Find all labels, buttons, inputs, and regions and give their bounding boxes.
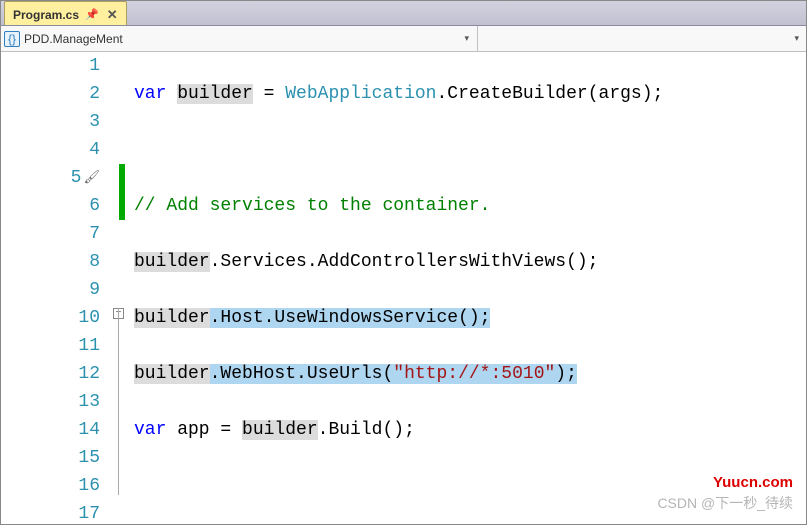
line-number: 3 xyxy=(0,108,100,136)
code-line[interactable]: var app = builder.Build(); xyxy=(134,416,807,444)
code-line[interactable]: builder.Host.UseWindowsService(); xyxy=(134,304,807,332)
file-tab-program-cs[interactable]: Program.cs 📌 ✕ xyxy=(4,1,127,25)
fold-guide xyxy=(118,308,119,495)
outlining-margin: − xyxy=(110,52,128,525)
code-line[interactable]: // Add services to the container. xyxy=(134,192,807,220)
line-number: 6 xyxy=(0,192,100,220)
close-icon[interactable]: ✕ xyxy=(105,7,120,23)
code-line[interactable]: builder.WebHost.UseUrls("http://*:5010")… xyxy=(134,360,807,388)
code-line[interactable]: var builder = WebApplication.CreateBuild… xyxy=(134,80,807,108)
chevron-down-icon[interactable]: ▾ xyxy=(460,33,473,44)
line-number: 11 xyxy=(0,332,100,360)
line-number: 4 xyxy=(0,136,100,164)
tab-title: Program.cs xyxy=(13,8,79,22)
line-number: 14 xyxy=(0,416,100,444)
tab-bar: Program.cs 📌 ✕ xyxy=(0,0,807,26)
line-number: 15 xyxy=(0,444,100,472)
code-editor[interactable]: 1 2 3 4 5🖌 6 7 8 9 10 11 12 13 14 15 16 … xyxy=(0,52,807,525)
line-number: 8 xyxy=(0,248,100,276)
navigation-bar: {} PDD.ManageMent ▾ ▾ xyxy=(0,26,807,52)
line-number: 5🖌 xyxy=(0,164,100,192)
code-line[interactable] xyxy=(134,136,807,164)
line-number-gutter: 1 2 3 4 5🖌 6 7 8 9 10 11 12 13 14 15 16 … xyxy=(0,52,110,525)
member-dropdown[interactable]: ▾ xyxy=(478,26,807,51)
line-number: 13 xyxy=(0,388,100,416)
line-number: 17 xyxy=(0,500,100,525)
line-number: 16 xyxy=(0,472,100,500)
chevron-down-icon[interactable]: ▾ xyxy=(790,33,803,44)
code-area[interactable]: var builder = WebApplication.CreateBuild… xyxy=(128,52,807,525)
code-line[interactable]: builder.Services.AddControllersWithViews… xyxy=(134,248,807,276)
namespace-dropdown[interactable]: {} PDD.ManageMent ▾ xyxy=(0,26,478,51)
line-number: 1 xyxy=(0,52,100,80)
line-number: 7 xyxy=(0,220,100,248)
line-number: 2 xyxy=(0,80,100,108)
namespace-label: PDD.ManageMent xyxy=(24,32,123,46)
line-number: 9 xyxy=(0,276,100,304)
namespace-icon: {} xyxy=(4,31,20,47)
pin-icon[interactable]: 📌 xyxy=(85,8,99,21)
line-number: 10 xyxy=(0,304,100,332)
watermark-site: Yuucn.com xyxy=(713,474,793,491)
quick-actions-icon[interactable]: 🖌 xyxy=(83,164,100,192)
watermark-csdn: CSDN @下一秒_待续 xyxy=(657,493,793,513)
line-number: 12 xyxy=(0,360,100,388)
change-indicator xyxy=(119,164,125,220)
